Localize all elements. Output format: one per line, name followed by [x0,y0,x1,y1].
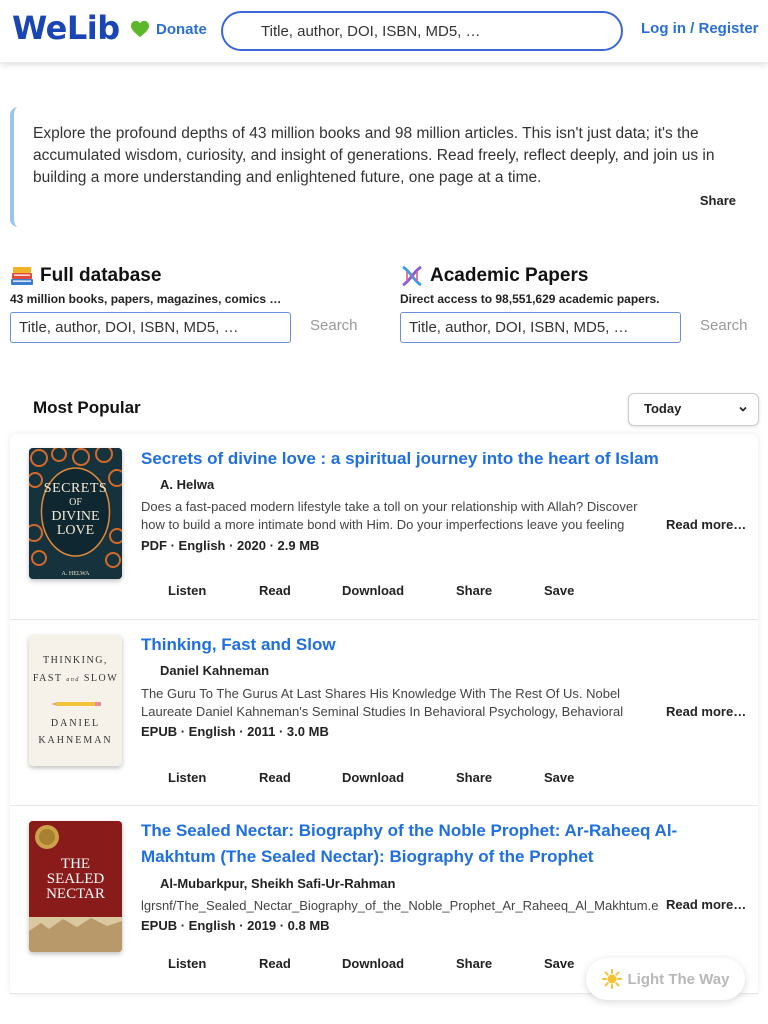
book-meta: PDF · English · 2020 · 2.9 MB [141,538,320,553]
cover-title-line: THE [60,856,91,872]
book-cover-image[interactable]: THE SEALED NECTAR [29,821,122,952]
download-button[interactable]: Download [342,583,404,598]
academic-papers-search-input[interactable] [400,312,681,343]
cover-title-line: SEALED [46,871,105,887]
dna-icon [402,265,422,287]
sun-icon [601,969,622,989]
book-cover-image[interactable]: THINKING, FAST and SLOW DANIEL KAHNEMAN [29,635,122,766]
book-description: The Guru To The Gurus At Last Shares His… [141,686,624,719]
intro-text: Explore the profound depths of 43 millio… [33,125,715,186]
list-item: THINKING, FAST and SLOW DANIEL KAHNEMAN … [10,620,758,806]
intro-share-button[interactable]: Share [700,193,736,208]
cover-title-line: LOVE [56,523,95,538]
book-author[interactable]: A. Helwa [160,477,214,492]
full-database-panel: Full database 43 million books, papers, … [10,264,370,343]
login-register-link[interactable]: Log in / Register [641,20,759,37]
cover-title-line: NECTAR [46,886,105,902]
cover-title-line: and [66,677,80,683]
popular-book-list: A. HELWA SECRETS OF DIVINE LOVE Secrets … [10,434,758,994]
cover-author: A. HELWA [62,571,91,577]
pencil-graphic [51,702,101,706]
book-actions: Listen Read Download Share Save [10,770,758,790]
save-button[interactable]: Save [544,770,574,785]
book-cover-image[interactable]: A. HELWA SECRETS OF DIVINE LOVE [29,448,122,579]
read-button[interactable]: Read [259,770,291,785]
academic-papers-title: Academic Papers [430,265,589,286]
chevron-down-icon [739,406,747,412]
donate-label: Donate [156,20,207,38]
period-select[interactable]: Today [628,393,759,426]
list-item: A. HELWA SECRETS OF DIVINE LOVE Secrets … [10,434,758,620]
book-author[interactable]: Daniel Kahneman [160,663,269,678]
books-icon [11,267,33,285]
read-button[interactable]: Read [259,583,291,598]
full-database-search-button[interactable]: Search [310,317,358,334]
book-author[interactable]: Al-Mubarkpur, Sheikh Safi-Ur-Rahman [160,876,395,891]
book-description: lgrsnf/The_Sealed_Nectar_Biography_of_th… [141,898,659,913]
cover-title-line: SLOW [83,673,119,684]
read-more-link[interactable]: Read more… [664,897,747,912]
cover-author-line: DANIEL [50,718,101,729]
save-button[interactable]: Save [544,956,574,971]
save-button[interactable]: Save [544,583,574,598]
share-button[interactable]: Share [456,956,492,971]
cover-title-line: THINKING, [43,655,108,666]
listen-button[interactable]: Listen [168,583,206,598]
full-database-title: Full database [40,265,162,286]
read-more-link[interactable]: Read more… [664,704,747,719]
cover-title-line: DIVINE [51,509,100,524]
book-title-link[interactable]: Thinking, Fast and Slow [141,632,751,658]
book-title-link[interactable]: Secrets of divine love : a spiritual jou… [141,446,751,472]
cover-title-line: FAST [32,673,63,684]
read-button[interactable]: Read [259,956,291,971]
period-select-value: Today [644,401,682,416]
listen-button[interactable]: Listen [168,770,206,785]
site-header: WeLib Donate Log in / Register [0,0,768,62]
book-meta: EPUB · English · 2011 · 3.0 MB [141,724,329,739]
donate-link[interactable]: Donate [130,20,207,38]
cover-title-line: OF [69,497,82,508]
full-database-search-input[interactable] [10,312,291,343]
most-popular-heading: Most Popular [33,398,141,417]
cover-author-line: KAHNEMAN [38,735,113,746]
download-button[interactable]: Download [342,956,404,971]
book-description: Does a fast-paced modern lifestyle take … [141,499,638,532]
share-button[interactable]: Share [456,583,492,598]
green-heart-icon [131,20,149,38]
book-meta: EPUB · English · 2019 · 0.8 MB [141,918,330,933]
light-the-way-button[interactable]: Light The Way [586,958,745,1000]
academic-papers-panel: Academic Papers Direct access to 98,551,… [400,264,760,343]
cover-title-line: SECRETS [43,481,108,496]
download-button[interactable]: Download [342,770,404,785]
light-the-way-label: Light The Way [627,970,730,988]
intro-callout: Explore the profound depths of 43 millio… [10,107,768,227]
full-database-subtitle: 43 million books, papers, magazines, com… [10,292,282,306]
site-logo[interactable]: WeLib [12,9,120,47]
share-button[interactable]: Share [456,770,492,785]
book-title-link[interactable]: The Sealed Nectar: Biography of the Nobl… [141,818,751,870]
listen-button[interactable]: Listen [168,956,206,971]
header-search-input[interactable] [221,11,623,51]
read-more-link[interactable]: Read more… [664,517,747,532]
academic-papers-search-button[interactable]: Search [700,317,748,334]
academic-papers-subtitle: Direct access to 98,551,629 academic pap… [400,292,660,306]
book-actions: Listen Read Download Share Save [10,583,758,603]
